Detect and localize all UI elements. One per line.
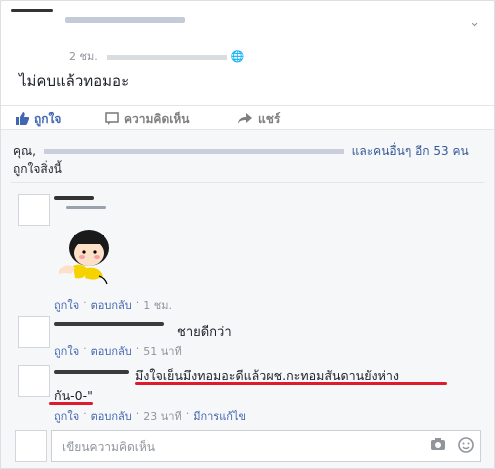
cartoon-girl-sticker (51, 226, 115, 289)
comment-button[interactable]: ความคิดเห็น (105, 110, 189, 129)
comment-meta: ถูกใจ · ตอบกลับ · 23 นาที · มีการแก้ไข (54, 407, 247, 425)
comment-time[interactable]: 51 นาที (143, 342, 181, 360)
comment-reply-link[interactable]: ตอบกลับ (91, 342, 132, 360)
commenter-name-blurred[interactable] (54, 196, 94, 200)
likes-summary: คุณ, และคนอื่นๆ อีก 53 คน ถูกใจสิ่งนี้ (13, 144, 469, 176)
avatar[interactable] (18, 194, 50, 226)
commenter-name-blurred[interactable] (54, 370, 129, 374)
like-button[interactable]: ถูกใจ (15, 110, 61, 129)
post-timestamp[interactable]: 2 ชม. 🌐 (69, 47, 244, 65)
post-actions: ถูกใจ ความคิดเห็น แชร์ (1, 105, 494, 128)
avatar[interactable] (15, 430, 47, 462)
comment-input[interactable]: เขียนความคิดเห็น (51, 430, 481, 462)
thumbs-up-icon (15, 111, 30, 128)
profile-photo-blurred[interactable] (11, 9, 53, 12)
chevron-down-icon[interactable]: ⌄ (469, 15, 480, 30)
avatar[interactable] (18, 316, 50, 348)
comment-time[interactable]: 23 นาที (143, 407, 181, 425)
comments-section: คุณ, และคนอื่นๆ อีก 53 คน ถูกใจสิ่งนี้ ถ… (1, 129, 494, 468)
globe-icon: 🌐 (230, 50, 245, 63)
comment-label: ความคิดเห็น (124, 112, 190, 126)
edited-link[interactable]: มีการแก้ไข (193, 407, 246, 425)
post-header: 2 ชม. 🌐 (9, 9, 486, 63)
divider (11, 182, 484, 183)
comment-like-link[interactable]: ถูกใจ (54, 296, 79, 314)
post-text: ไม่คบแล้วทอมอะ (19, 72, 130, 90)
commenter-name-blurred (66, 206, 106, 209)
commenter-name-blurred[interactable] (54, 322, 164, 326)
share-arrow-icon (237, 112, 253, 128)
comment-like-link[interactable]: ถูกใจ (54, 407, 79, 425)
comment-placeholder: เขียนความคิดเห็น (62, 440, 155, 454)
comment-reply-link[interactable]: ตอบกลับ (91, 407, 132, 425)
share-button[interactable]: แชร์ (237, 110, 280, 129)
author-name-blurred[interactable] (65, 17, 185, 23)
comment-time[interactable]: 1 ชม. (143, 296, 172, 314)
post-card: 2 ชม. 🌐 ⌄ ไม่คบแล้วทอมอะ ถูกใจ ความคิดเห… (0, 0, 495, 469)
others-like-link[interactable]: และคนอื่นๆ อีก 53 คน (352, 144, 469, 158)
red-underline-mark (49, 402, 93, 405)
comment-text: ชายดีกว่า (177, 325, 232, 340)
like-label: ถูกใจ (34, 112, 62, 126)
comment-icon (105, 111, 119, 128)
red-underline-mark (135, 382, 447, 385)
comment-meta: ถูกใจ · ตอบกลับ · 51 นาที (54, 342, 182, 360)
comment-like-link[interactable]: ถูกใจ (54, 342, 79, 360)
camera-icon[interactable] (430, 437, 446, 456)
avatar[interactable] (18, 365, 50, 397)
blurred-names (43, 149, 344, 154)
emoji-icon[interactable] (458, 437, 474, 456)
comment-reply-link[interactable]: ตอบกลับ (91, 296, 132, 314)
share-label: แชร์ (258, 112, 281, 126)
comment-meta: ถูกใจ · ตอบกลับ · 1 ชม. (54, 296, 172, 314)
